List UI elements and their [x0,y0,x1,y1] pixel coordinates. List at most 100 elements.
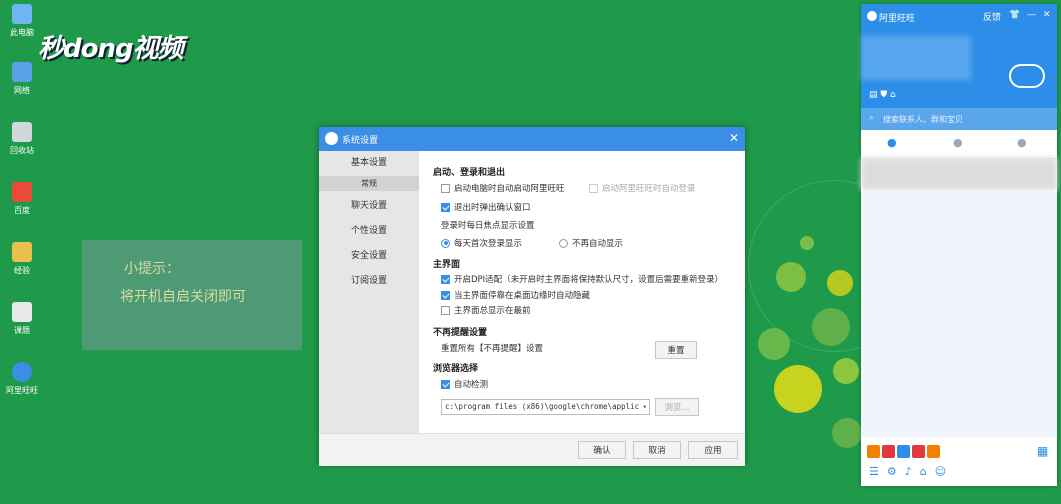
auto-detect-label: 自动检测 [454,380,489,390]
ww-blurred-contact [861,158,1057,190]
apply-button[interactable]: 应用 [688,441,738,459]
desktop-icon-book[interactable]: 课题 [4,302,40,336]
always-top-label: 主界面总显示在最前 [454,306,531,316]
user-icon[interactable]: ☺ [935,465,946,478]
ww-header: 阿里旺旺 反馈 👕 — ✕ ▤ ⛊ ⌂ [861,4,1057,108]
auto-detect-checkbox[interactable] [441,379,450,389]
aliwangwang-logo-icon [867,11,877,21]
settings-footer: 确认 取消 应用 [319,433,745,466]
ww-toolbar-icons[interactable]: ▤ ⛊ ⌂ [869,90,896,100]
desktop-icon-label: 百度 [14,206,30,215]
browser-path-value: c:\program files (x86)\google\chrome\app… [445,402,640,411]
ww-tabs: ● ● ● [861,130,1057,159]
no-auto-radio[interactable] [559,238,568,248]
desktop-icon-network[interactable]: 网络 [4,62,40,96]
menu-icon[interactable]: ☰ [869,465,879,478]
lock-icon[interactable]: ⌂ [920,465,927,478]
auto-hide-checkbox[interactable] [441,290,450,300]
tip-box: 小提示： 将开机自启关闭即可 [82,240,302,350]
always-top-checkbox[interactable] [441,305,450,315]
ww-title: 阿里旺旺 [879,14,916,24]
speaker-icon[interactable]: ♪ [905,465,912,478]
juhuasuan-icon[interactable] [912,445,925,458]
chevron-down-icon: ▾ [642,402,647,411]
search-placeholder: 搜索联系人、群和宝贝 [883,115,963,124]
contacts-tab-icon[interactable]: ● [953,136,963,149]
auto-hide-option[interactable]: 当主界面停靠在桌面边缘时自动隐藏 [441,289,590,301]
shirt-icon[interactable]: 👕 [1009,10,1020,20]
auto-login-checkbox[interactable] [589,183,598,193]
chat-tab-icon[interactable]: ● [887,136,897,149]
browse-button[interactable]: 浏览... [655,398,699,416]
desktop-icon-label: 经验 [14,266,30,275]
close-icon[interactable]: ✕ [1043,10,1051,20]
dpi-label: 开启DPI适配（未开启时主界面将保持默认尺寸，设置后需要重新登录） [454,275,724,285]
recycle-bin-icon [12,122,32,142]
desktop-icon-experience[interactable]: 经验 [4,242,40,276]
network-icon [12,62,32,82]
tip-title: 小提示： [124,261,180,277]
aliwangwang-logo-icon [325,132,338,145]
desktop-icon-label: 回收站 [10,146,34,155]
tip-text: 将开机自启关闭即可 [120,289,246,305]
noremind-text: 重置所有【不再提醒】设置 [441,344,544,354]
browser-path-select[interactable]: c:\program files (x86)\google\chrome\app… [441,399,650,415]
startup-heading: 启动、登录和退出 [433,168,506,178]
daily-first-radio[interactable] [441,238,450,248]
dpi-option[interactable]: 开启DPI适配（未开启时主界面将保持默认尺寸，设置后需要重新登录） [441,273,723,285]
nav-subscribe-settings[interactable]: 订阅设置 [319,269,419,294]
taobao-icon[interactable] [867,445,880,458]
avatar-area [861,36,971,80]
daily-first-option[interactable]: 每天首次登录显示 [441,237,522,249]
cancel-button[interactable]: 取消 [633,441,681,459]
exit-confirm-checkbox[interactable] [441,202,450,212]
main-ui-heading: 主界面 [433,260,461,270]
cloud-icon[interactable] [1009,64,1045,88]
auto-start-checkbox[interactable] [441,183,450,193]
auto-detect-option[interactable]: 自动检测 [441,378,488,390]
grid-icon[interactable]: ▦ [1037,445,1049,457]
video-watermark: 秒dong视频 [38,34,184,64]
browser-heading: 浏览器选择 [433,364,479,374]
reset-button[interactable]: 重置 [655,341,697,359]
exit-confirm-option[interactable]: 退出时弹出确认窗口 [441,201,531,213]
desktop-icon-recycle-bin[interactable]: 回收站 [4,122,40,156]
settings-title: 系统设置 [342,136,379,146]
brush-icon [776,262,806,292]
close-icon[interactable]: ✕ [729,131,739,145]
noremind-heading: 不再提醒设置 [433,328,488,338]
auto-start-option[interactable]: 启动电脑时自动启动阿里旺旺 [441,182,565,194]
nav-normal[interactable]: 常规 [319,176,419,191]
nav-security-settings[interactable]: 安全设置 [319,244,419,269]
no-auto-option[interactable]: 不再自动显示 [559,237,623,249]
book-icon [12,302,32,322]
settings-gear-icon[interactable]: ⚙ [887,465,897,478]
dpi-checkbox[interactable] [441,274,450,284]
desktop-icon-computer[interactable]: 此电脑 [4,4,40,38]
yitao-icon[interactable] [897,445,910,458]
exit-confirm-label: 退出时弹出确认窗口 [454,203,531,213]
nav-chat-settings[interactable]: 聊天设置 [319,194,419,219]
ww-tools: ☰ ⚙ ♪ ⌂ ☺ [869,465,946,478]
tmall-icon[interactable] [882,445,895,458]
auto-login-label: 启动阿里旺旺时自动登录 [602,184,696,194]
minimize-icon[interactable]: — [1027,10,1036,20]
daily-focus-label: 登录时每日焦点显示设置 [441,221,535,231]
confirm-button[interactable]: 确认 [578,441,626,459]
nav-personal-settings[interactable]: 个性设置 [319,219,419,244]
ww-search[interactable]: ⌕ 搜索联系人、群和宝贝 [861,108,1057,130]
settings-content: 启动、登录和退出 启动电脑时自动启动阿里旺旺 启动阿里旺旺时自动登录 退出时弹出… [419,151,745,433]
auto-login-option[interactable]: 启动阿里旺旺时自动登录 [589,182,696,194]
app-icon[interactable] [927,445,940,458]
nav-basic-settings[interactable]: 基本设置 [319,151,419,176]
always-top-option[interactable]: 主界面总显示在最前 [441,304,531,316]
settings-titlebar: 系统设置 ✕ [319,127,745,151]
desktop-icon-label: 网络 [14,86,30,95]
feedback-link[interactable]: 反馈 [983,10,1001,23]
desktop-icon-baidu[interactable]: 百度 [4,182,40,216]
desktop-icon-aliwangwang[interactable]: 阿里旺旺 [4,362,40,396]
desktop-icon-label: 此电脑 [10,28,34,37]
groups-tab-icon[interactable]: ● [1017,136,1027,149]
settings-window: 系统设置 ✕ 基本设置 常规 聊天设置 个性设置 安全设置 订阅设置 启动、登录… [319,127,745,466]
auto-start-label: 启动电脑时自动启动阿里旺旺 [454,184,565,194]
